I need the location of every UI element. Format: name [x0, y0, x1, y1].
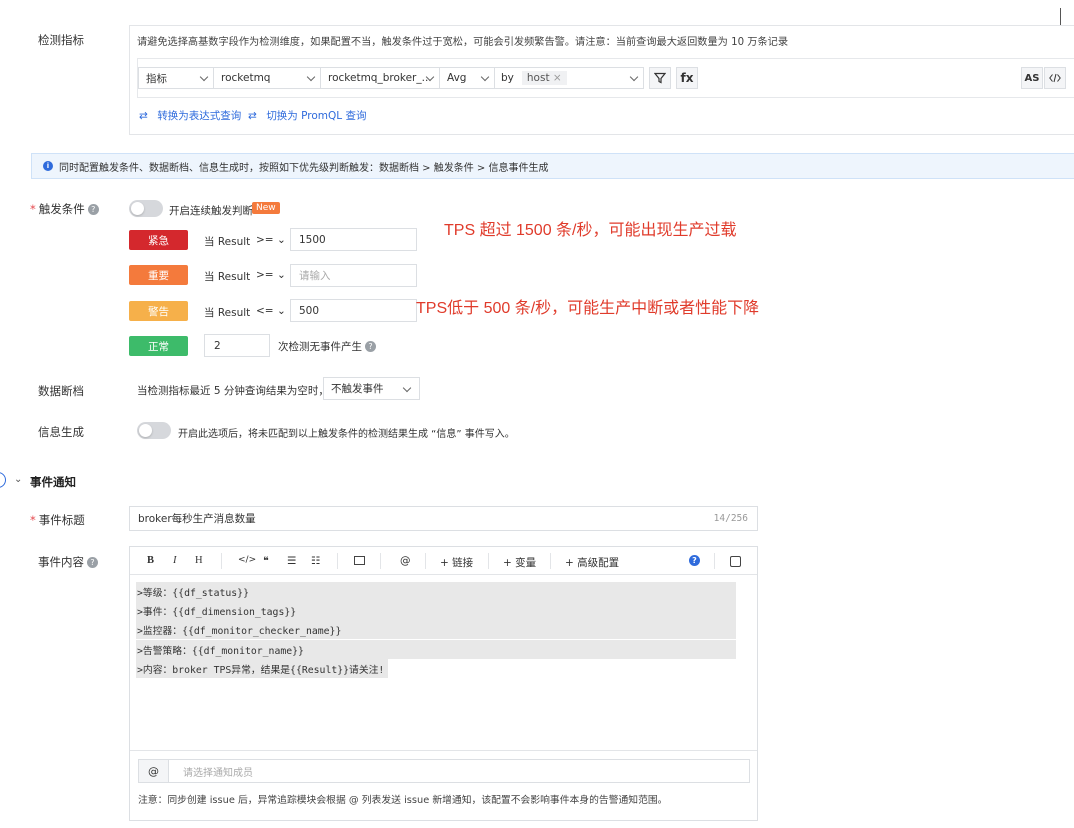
plus-icon: + — [565, 557, 574, 569]
member-select[interactable]: @ 请选择通知成员 — [138, 759, 750, 783]
section-title: 事件通知 — [30, 475, 76, 489]
help-icon[interactable]: ? — [365, 341, 376, 352]
info-banner: i 同时配置触发条件、数据断档、信息生成时，按照如下优先级判断触发：数据断档 >… — [31, 153, 1074, 179]
switch-icon: ⇄ — [248, 110, 257, 122]
metric-label: 检测指标 — [38, 33, 84, 47]
preview-icon[interactable] — [730, 556, 741, 567]
advanced-config-button[interactable]: + 高级配置 — [565, 555, 619, 570]
normal-count-input[interactable]: 2 — [204, 334, 270, 357]
nodata-text: 当检测指标最近 5 分钟查询结果为空时， — [137, 385, 329, 397]
help-icon[interactable]: ? — [87, 204, 99, 215]
by-select[interactable]: by host × — [494, 67, 644, 89]
query-type-select[interactable]: 指标 — [138, 67, 214, 89]
panel-icon[interactable] — [1060, 8, 1074, 26]
bold-button[interactable]: B — [147, 555, 154, 566]
event-content-label: 事件内容? — [38, 554, 98, 570]
at-icon: @ — [139, 760, 169, 782]
condition-text: 当 Result — [204, 236, 251, 248]
help-icon[interactable]: ? — [689, 555, 700, 566]
annotation-drop: TPS低于 500 条/秒，可能生产中断或者性能下降 — [416, 300, 760, 317]
content-line: >等级：{{df_status}} — [136, 582, 736, 601]
section-marker-icon — [0, 472, 6, 488]
info-gen-text: 开启此选项后，将未匹配到以上触发条件的检测结果生成 “信息” 事件写入。 — [178, 429, 515, 440]
namespace-select[interactable]: rocketmq — [213, 67, 321, 89]
code-button[interactable]: </> — [238, 555, 256, 565]
nodata-label: 数据断档 — [38, 384, 84, 398]
nodata-select[interactable]: 不触发事件 — [323, 377, 420, 400]
heading-button[interactable]: H — [195, 555, 203, 566]
switch-promql-link[interactable]: ⇄ 切换为 PromQL 查询 — [248, 108, 367, 123]
important-threshold-input[interactable]: 请输入 — [290, 264, 417, 287]
collapse-chevron-icon[interactable]: ⌄ — [14, 474, 22, 485]
operator-select[interactable]: >= ⌄ — [256, 234, 286, 246]
aggregation-select[interactable]: Avg — [439, 67, 495, 89]
plus-icon: + — [503, 557, 512, 569]
operator-select[interactable]: >= ⌄ — [256, 269, 286, 281]
level-urgent: 紧急 — [129, 230, 188, 250]
continuous-trigger-label: 开启连续触发判断 — [169, 205, 253, 217]
metric-select[interactable]: rocketmq_broker_... — [320, 67, 440, 89]
info-gen-label: 信息生成 — [38, 425, 84, 439]
level-warning: 警告 — [129, 301, 188, 321]
trigger-label: 触发条件? — [30, 201, 99, 217]
content-line: >事件：{{df_dimension_tags}} — [136, 601, 736, 620]
quote-button[interactable]: ❝ — [263, 555, 269, 567]
plus-icon: + — [440, 557, 449, 569]
italic-button[interactable]: I — [173, 555, 177, 566]
code-icon[interactable] — [1044, 67, 1066, 89]
normal-suffix: 次检测无事件产生? — [278, 339, 376, 354]
insert-link-button[interactable]: + 链接 — [440, 555, 473, 570]
continuous-trigger-toggle[interactable] — [129, 200, 163, 217]
close-icon[interactable]: × — [553, 72, 562, 84]
chevron-down-icon: ⌄ — [276, 234, 286, 246]
urgent-threshold-input[interactable]: 1500 — [290, 228, 417, 251]
image-icon[interactable] — [354, 556, 365, 565]
bullet-list-button[interactable]: ☰ — [287, 555, 296, 567]
mention-button[interactable]: @ — [400, 555, 411, 567]
switch-icon: ⇄ — [139, 110, 148, 122]
chevron-down-icon: ⌄ — [276, 269, 286, 281]
event-title-input[interactable]: broker每秒生产消息数量 14/256 — [129, 506, 758, 531]
filter-icon[interactable] — [649, 67, 671, 89]
char-counter: 14/256 — [713, 513, 748, 524]
ordered-list-button[interactable]: ☷ — [311, 555, 320, 567]
info-gen-toggle[interactable] — [137, 422, 171, 439]
notify-note: 注意：同步创建 issue 后，异常追踪模块会根据 @ 列表发送 issue 新… — [138, 795, 668, 806]
annotation-overload: TPS 超过 1500 条/秒，可能出现生产过载 — [444, 222, 737, 239]
level-important: 重要 — [129, 265, 188, 285]
content-line: >内容：broker TPS异常，结果是{{Result}}请关注! — [136, 659, 388, 678]
as-button[interactable]: AS — [1021, 67, 1043, 89]
condition-text: 当 Result — [204, 307, 251, 319]
content-line: >告警策略：{{df_monitor_name}} — [136, 640, 736, 659]
content-line: >监控器：{{df_monitor_checker_name}} — [136, 620, 736, 639]
insert-variable-button[interactable]: + 变量 — [503, 555, 536, 570]
level-normal: 正常 — [129, 336, 188, 356]
tag-host[interactable]: host × — [521, 71, 567, 85]
fx-button[interactable]: fx — [676, 67, 698, 89]
operator-select[interactable]: <= ⌄ — [256, 305, 286, 317]
toolbar-divider — [130, 574, 757, 575]
new-badge: New — [252, 202, 280, 214]
metric-hint: 请避免选择高基数字段作为检测维度，如果配置不当，触发条件过于宽松，可能会引发频繁… — [137, 37, 789, 48]
warning-threshold-input[interactable]: 500 — [290, 299, 417, 322]
help-icon[interactable]: ? — [87, 557, 98, 568]
condition-text: 当 Result — [204, 271, 251, 283]
divider — [130, 750, 757, 751]
event-title-label: 事件标题 — [30, 512, 85, 528]
switch-expression-link[interactable]: ⇄ 转换为表达式查询 — [139, 108, 241, 123]
info-icon: i — [43, 161, 53, 171]
chevron-down-icon: ⌄ — [276, 305, 286, 317]
